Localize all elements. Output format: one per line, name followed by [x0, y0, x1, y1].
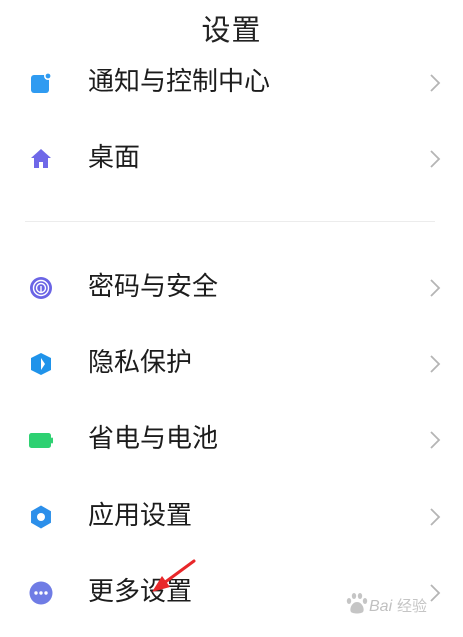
chevron-right-icon — [430, 279, 441, 297]
page-title: 设置 — [201, 13, 262, 47]
settings-item-label: 密码与安全 — [88, 272, 219, 302]
settings-item-battery[interactable]: 省电与电池 — [0, 409, 463, 469]
settings-item-label: 通知与控制中心 — [88, 67, 271, 97]
chevron-right-icon — [430, 431, 441, 449]
svg-text:经验: 经验 — [397, 597, 427, 615]
battery-icon — [29, 433, 53, 448]
home-icon — [31, 149, 51, 168]
settings-item-app-settings[interactable]: 应用设置 — [0, 486, 463, 546]
section-divider — [25, 221, 435, 222]
svg-text:Bai: Bai — [369, 598, 393, 615]
settings-item-label: 桌面 — [88, 143, 141, 173]
privacy-shield-icon — [31, 353, 51, 375]
chevron-right-icon — [430, 355, 441, 373]
chevron-right-icon — [430, 74, 441, 92]
annotation-arrow-icon — [152, 559, 196, 592]
settings-item-label: 应用设置 — [88, 501, 193, 531]
chevron-right-icon — [430, 150, 441, 168]
more-icon — [29, 581, 53, 605]
notification-icon — [31, 71, 53, 93]
gear-icon — [31, 505, 51, 529]
fingerprint-icon — [30, 277, 52, 299]
chevron-right-icon — [430, 508, 441, 526]
settings-item-label: 省电与电池 — [88, 424, 219, 454]
settings-item-notifications[interactable]: 通知与控制中心 — [0, 52, 463, 112]
settings-item-label: 隐私保护 — [88, 348, 193, 378]
settings-item-desktop[interactable]: 桌面 — [0, 128, 463, 188]
settings-item-password-security[interactable]: 密码与安全 — [0, 257, 463, 317]
baidu-watermark-logo: Bai 经验 — [346, 593, 427, 615]
settings-item-privacy[interactable]: 隐私保护 — [0, 333, 463, 393]
